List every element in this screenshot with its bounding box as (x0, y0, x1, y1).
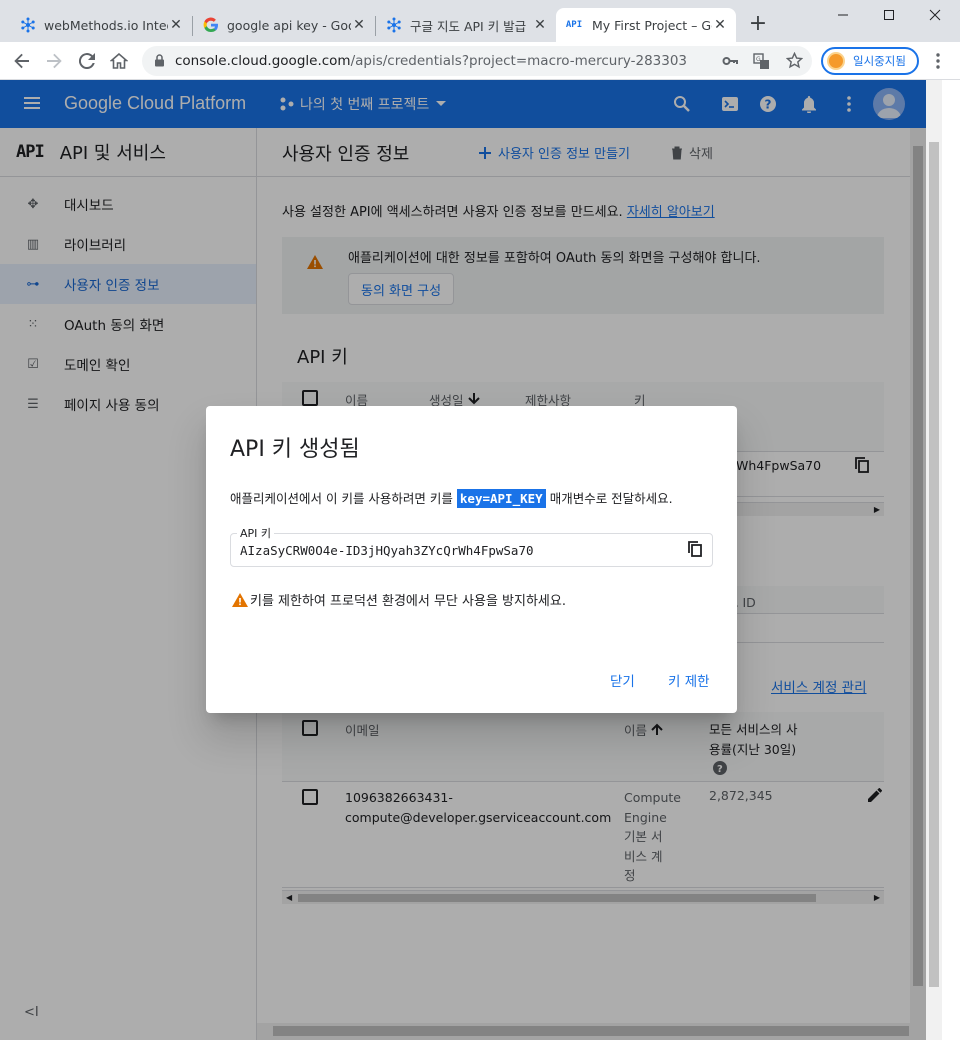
api-key-field-label: API 키 (237, 525, 275, 541)
dialog-title: API 키 생성됨 (230, 437, 360, 462)
browser-menu-icon[interactable] (926, 49, 950, 73)
modal-backdrop-header (0, 80, 926, 128)
restrict-key-warning-text: 키를 제한하여 프로덕션 환경에서 무단 사용을 방지하세요. (250, 594, 566, 609)
webmethods-icon (20, 17, 36, 33)
password-key-icon[interactable] (722, 53, 738, 73)
warning-icon (232, 592, 248, 607)
profile-label: 일시중지됨 (853, 54, 906, 68)
minimize-icon[interactable] (820, 0, 866, 30)
tab-close-icon[interactable]: ✕ (351, 17, 367, 33)
copy-icon[interactable] (688, 541, 702, 561)
bookmark-star-icon[interactable] (785, 51, 804, 73)
api-key-field[interactable]: API 키 AIzaSyCRW0O4e-ID3jHQyah3ZYcQrWh4Fp… (230, 525, 713, 567)
svg-text:G: G (756, 56, 761, 63)
api-icon: API (565, 20, 583, 30)
home-icon[interactable] (107, 49, 131, 73)
lock-icon (154, 54, 165, 71)
page-vscrollbar[interactable] (926, 80, 942, 1040)
restrict-key-warning: 키를 제한하여 프로덕션 환경에서 무단 사용을 방지하세요. (232, 590, 566, 609)
new-tab-button[interactable]: + (746, 12, 770, 36)
url-text: console.cloud.google.com/apis/credential… (175, 53, 687, 69)
profile-paused-button[interactable]: 일시중지됨 (821, 47, 919, 75)
tab-title: google api key - Goo (227, 17, 351, 33)
translate-icon[interactable]: G (753, 53, 770, 74)
tab-title: My First Project – Go (592, 17, 712, 33)
dialog-description: 애플리케이션에서 이 키를 사용하려면 키를 key=API_KEY 매개변수로 전… (230, 488, 673, 508)
back-icon[interactable] (10, 49, 34, 73)
restrict-key-button[interactable]: 키 제한 (668, 670, 710, 690)
dialog-desc-after: 매개변수로 전달하세요. (549, 491, 673, 506)
window-close-icon[interactable] (912, 0, 958, 30)
tab-close-icon[interactable]: ✕ (712, 17, 728, 33)
profile-avatar (827, 52, 845, 70)
dialog-desc-before: 애플리케이션에서 이 키를 사용하려면 키를 (230, 491, 453, 506)
tab-title: 구글 지도 API 키 발급 (410, 18, 527, 34)
address-bar[interactable]: console.cloud.google.com/apis/credential… (142, 46, 812, 76)
browser-tab[interactable]: webMethods.io Integ ✕ (12, 8, 192, 42)
key-param-highlight: key=API_KEY (456, 489, 546, 508)
tab-close-icon[interactable]: ✕ (532, 17, 548, 33)
scrollbar-thumb[interactable] (929, 142, 939, 987)
api-key-created-dialog: API 키 생성됨 애플리케이션에서 이 키를 사용하려면 키를 key=API_… (206, 406, 737, 713)
browser-toolbar: console.cloud.google.com/apis/credential… (0, 42, 960, 80)
maximize-icon[interactable] (866, 0, 912, 30)
browser-tab-active[interactable]: API My First Project – Go ✕ (556, 8, 736, 42)
forward-icon[interactable] (42, 49, 66, 73)
reload-icon[interactable] (75, 49, 99, 73)
url-host: console.cloud.google.com (175, 53, 351, 69)
api-key-value[interactable]: AIzaSyCRW0O4e-ID3jHQyah3ZYcQrWh4FpwSa70 (240, 543, 534, 558)
browser-tab[interactable]: 구글 지도 API 키 발급 ✕ (378, 8, 556, 42)
webmethods-icon (386, 17, 402, 33)
browser-tab[interactable]: google api key - Goo ✕ (195, 8, 375, 42)
google-icon (203, 17, 219, 33)
tab-close-icon[interactable]: ✕ (168, 17, 184, 33)
tab-separator (192, 16, 193, 36)
browser-tab-strip: webMethods.io Integ ✕ google api key - G… (0, 0, 960, 42)
url-path: /apis/credentials?project=macro-mercury-… (350, 53, 688, 69)
tab-title: webMethods.io Integ (44, 17, 168, 33)
close-button[interactable]: 닫기 (610, 670, 635, 690)
tab-separator (375, 16, 376, 36)
